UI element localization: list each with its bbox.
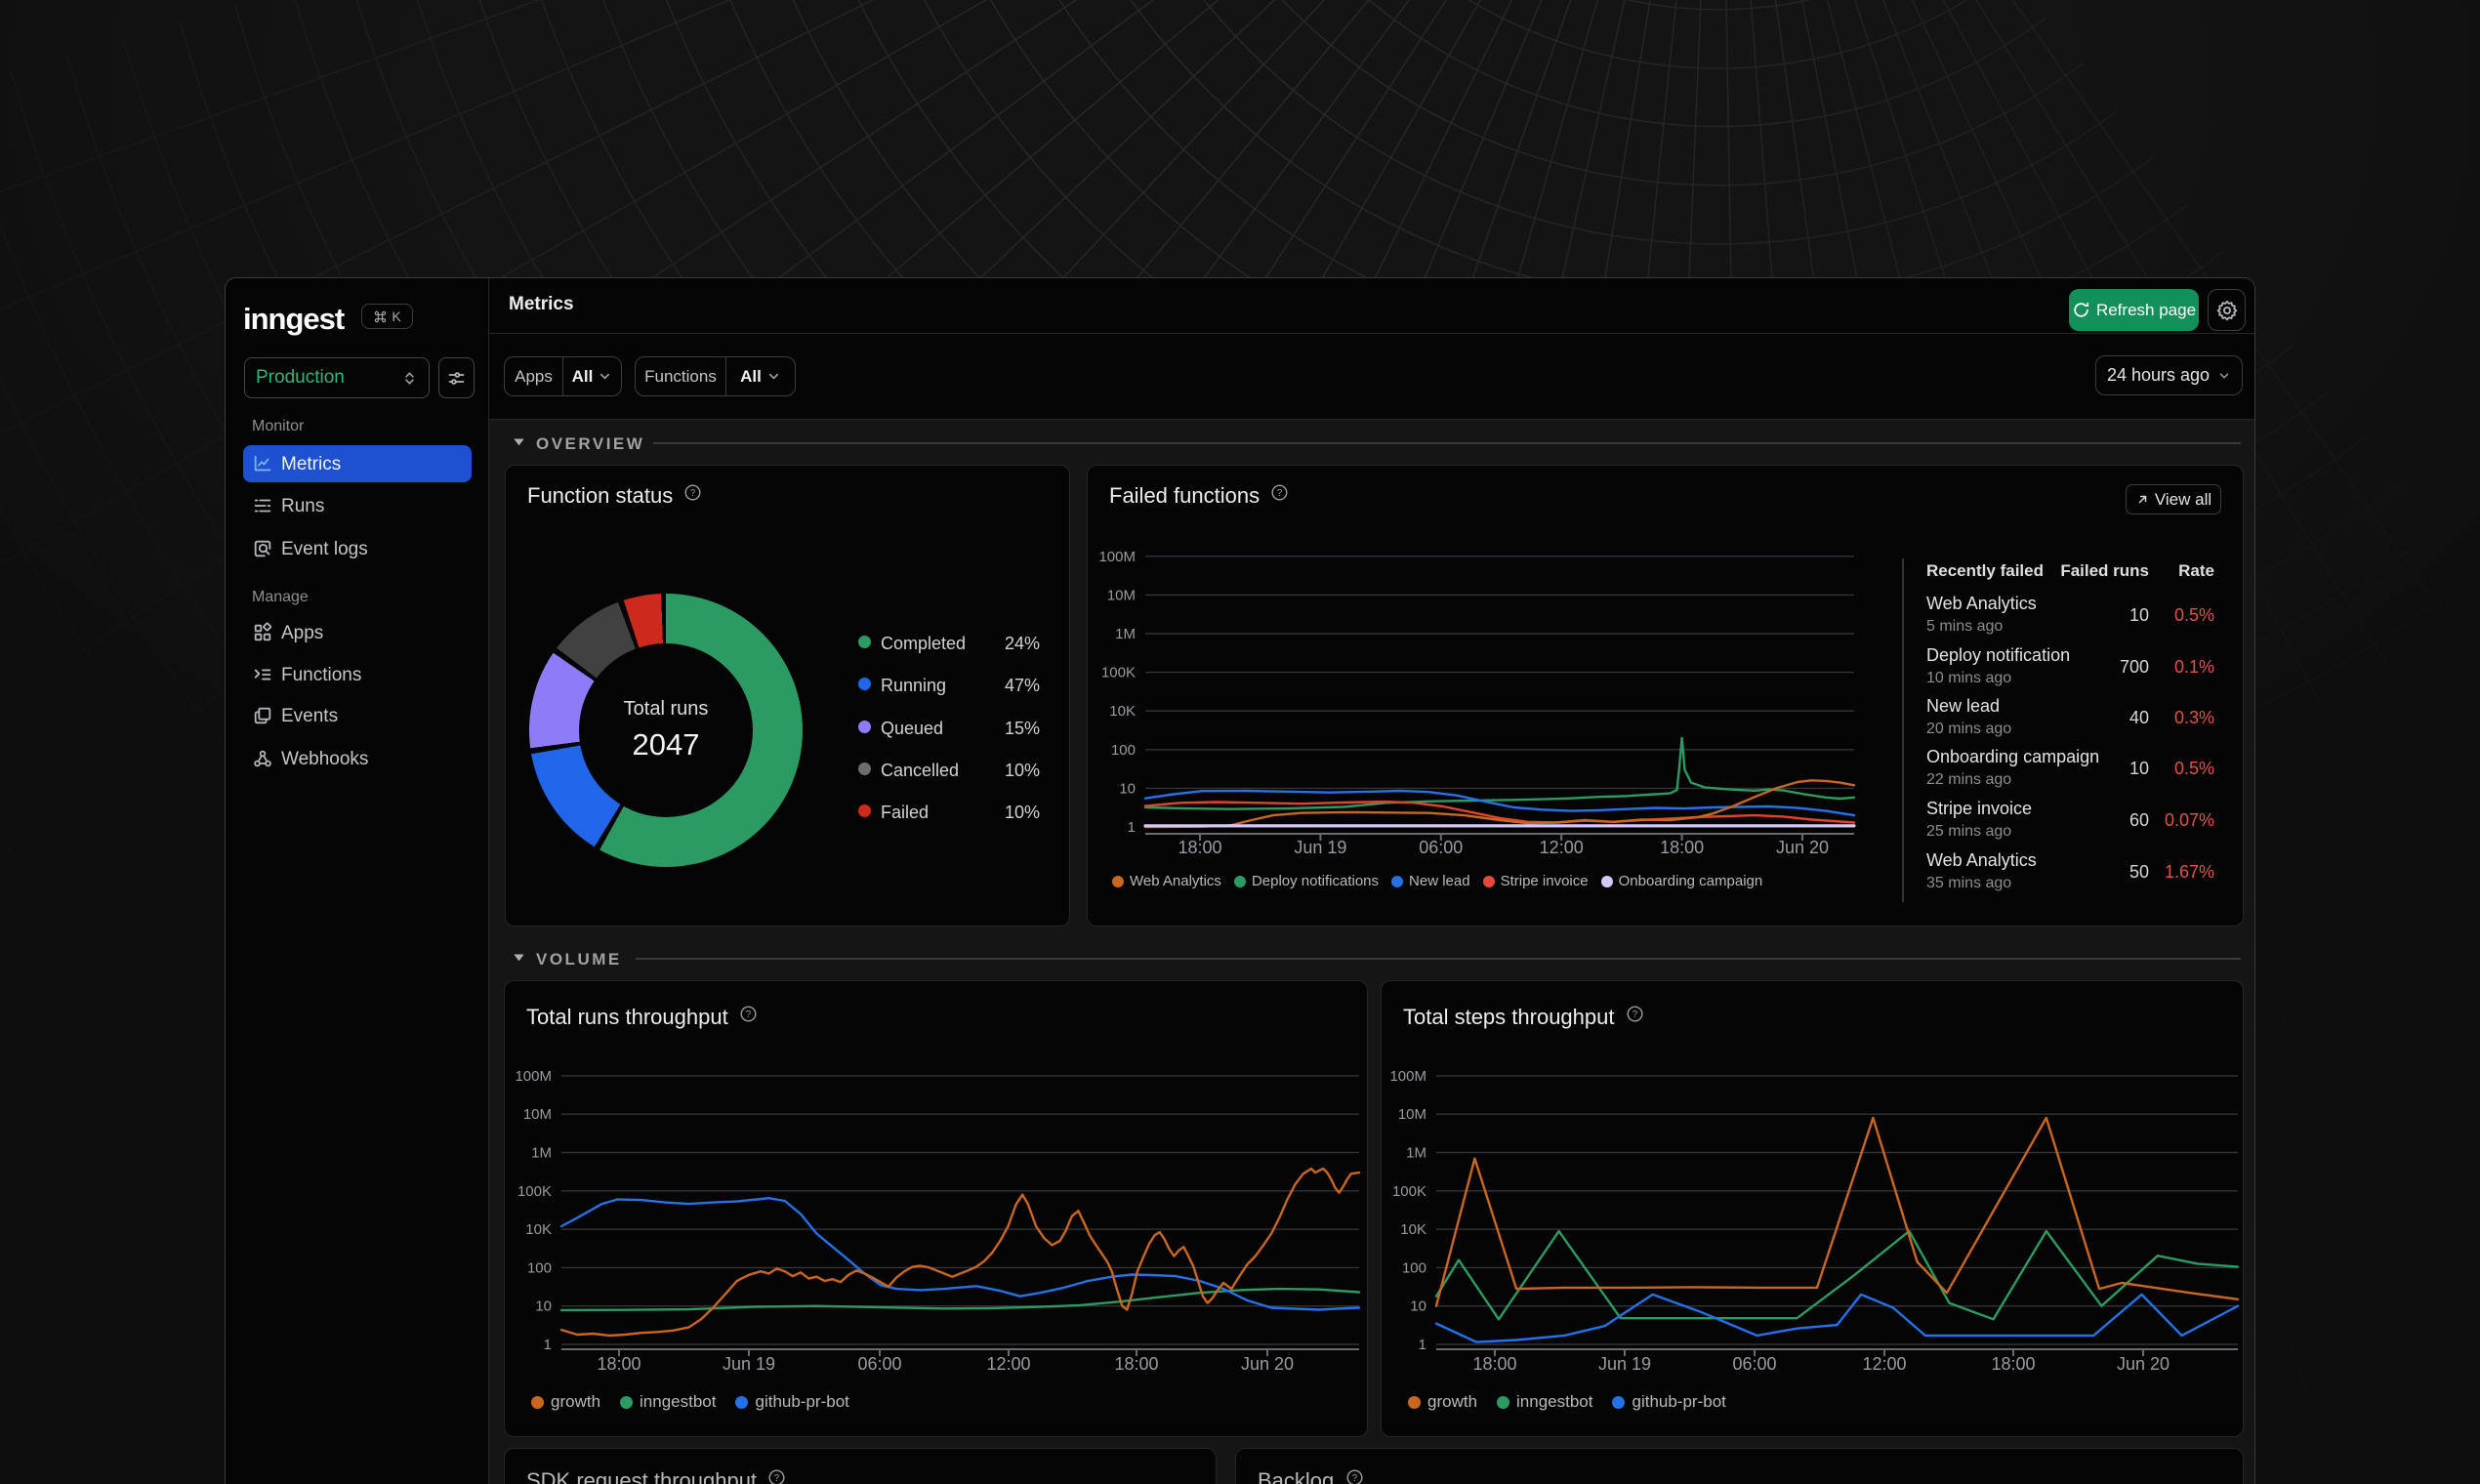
svg-text:100: 100: [1111, 742, 1136, 759]
svg-text:10M: 10M: [523, 1106, 552, 1123]
svg-text:10: 10: [1410, 1298, 1426, 1315]
svg-text:?: ?: [1351, 1473, 1357, 1484]
svg-text:?: ?: [774, 1473, 780, 1484]
svg-text:12:00: 12:00: [1862, 1354, 1906, 1374]
svg-text:18:00: 18:00: [597, 1354, 641, 1374]
svg-text:10M: 10M: [1398, 1106, 1426, 1123]
svg-text:06:00: 06:00: [1732, 1354, 1776, 1374]
svg-text:18:00: 18:00: [1114, 1354, 1158, 1374]
svg-text:1: 1: [1419, 1337, 1426, 1353]
svg-text:06:00: 06:00: [1419, 838, 1463, 857]
svg-text:100M: 100M: [1098, 549, 1136, 565]
svg-text:1M: 1M: [1115, 626, 1136, 642]
svg-text:10M: 10M: [1107, 587, 1136, 603]
svg-text:10K: 10K: [1400, 1221, 1426, 1238]
svg-text:100: 100: [527, 1259, 552, 1276]
svg-text:10: 10: [535, 1298, 552, 1315]
svg-text:12:00: 12:00: [986, 1354, 1030, 1374]
svg-text:1: 1: [544, 1337, 552, 1353]
svg-text:Jun 19: Jun 19: [723, 1354, 775, 1374]
svg-text:1: 1: [1128, 819, 1136, 836]
svg-text:Jun 20: Jun 20: [2117, 1354, 2170, 1374]
svg-text:18:00: 18:00: [1991, 1354, 2035, 1374]
svg-text:10K: 10K: [1109, 703, 1136, 720]
svg-text:12:00: 12:00: [1540, 838, 1584, 857]
svg-text:100K: 100K: [1392, 1183, 1426, 1200]
svg-text:18:00: 18:00: [1178, 838, 1221, 857]
svg-text:18:00: 18:00: [1660, 838, 1704, 857]
svg-text:1M: 1M: [531, 1145, 552, 1162]
svg-text:10: 10: [1119, 780, 1136, 797]
svg-text:06:00: 06:00: [857, 1354, 901, 1374]
svg-text:?: ?: [690, 488, 696, 499]
svg-text:Jun 20: Jun 20: [1776, 838, 1829, 857]
svg-text:100M: 100M: [515, 1068, 552, 1085]
svg-text:Jun 19: Jun 19: [1598, 1354, 1651, 1374]
svg-text:Jun 19: Jun 19: [1294, 838, 1346, 857]
svg-text:100M: 100M: [1389, 1068, 1426, 1085]
svg-text:100: 100: [1402, 1259, 1426, 1276]
svg-text:10K: 10K: [525, 1221, 552, 1238]
svg-text:100K: 100K: [1101, 665, 1136, 681]
svg-text:Jun 20: Jun 20: [1241, 1354, 1294, 1374]
svg-text:100K: 100K: [517, 1183, 552, 1200]
svg-text:18:00: 18:00: [1472, 1354, 1516, 1374]
svg-text:1M: 1M: [1406, 1145, 1426, 1162]
